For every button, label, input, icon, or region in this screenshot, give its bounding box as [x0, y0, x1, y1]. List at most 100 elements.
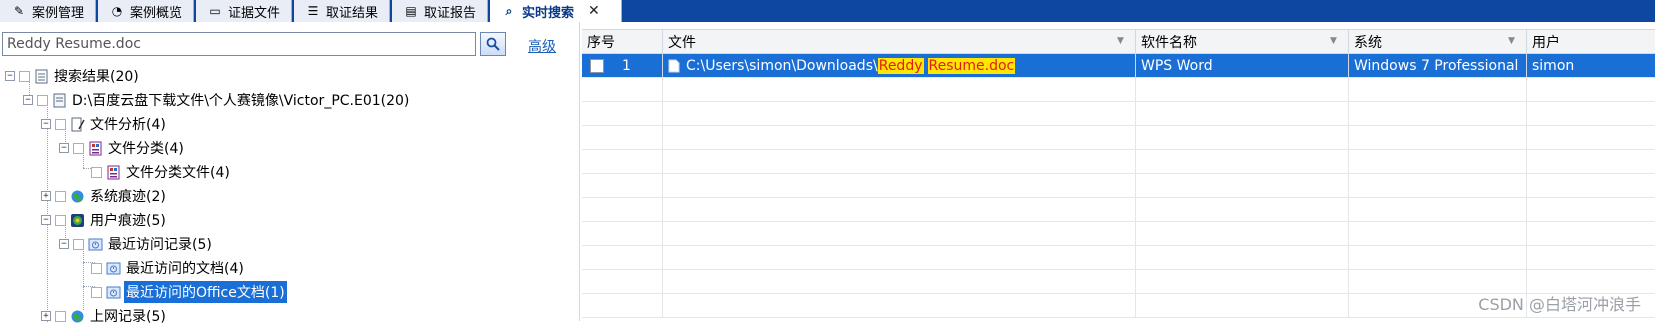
software-cell: WPS Word [1136, 54, 1349, 78]
search-icon: ⌕ [502, 4, 516, 18]
evidence-file-icon: ▭ [208, 4, 222, 18]
tree-node-file-category-files[interactable]: 文件分类文件(4) [91, 160, 232, 184]
empty-row [582, 78, 1655, 102]
overview-icon: ◔ [110, 4, 124, 18]
tree-node-search-results[interactable]: − 搜索结果(20) [5, 64, 141, 88]
index-cell: 1 [582, 54, 663, 78]
tree-node-recent-documents[interactable]: 最近访问的文档(4) [91, 256, 246, 280]
node-checkbox[interactable] [55, 311, 66, 322]
tree-node-label: 最近访问的文档(4) [124, 257, 246, 279]
forensic-result-icon: ☰ [306, 4, 320, 18]
collapse-toggle[interactable]: − [5, 71, 15, 81]
collapse-toggle[interactable]: − [59, 239, 69, 249]
node-checkbox[interactable] [91, 167, 102, 178]
search-button[interactable] [480, 32, 506, 56]
tree-node-evidence-image[interactable]: − D:\百度云盘下载文件\个人赛镜像\Victor_PC.E01(20) [23, 88, 411, 112]
tab-realtime-search[interactable]: ⌕ 实时搜索 ✕ [490, 0, 622, 22]
user-trace-icon [70, 213, 85, 228]
tree-node-label: 文件分类(4) [106, 137, 186, 159]
close-icon[interactable]: ✕ [588, 3, 600, 19]
node-checkbox[interactable] [91, 263, 102, 274]
node-checkbox[interactable] [55, 191, 66, 202]
empty-row [582, 102, 1655, 126]
empty-row [582, 198, 1655, 222]
tab-forensic-results[interactable]: ☰ 取证结果 [294, 0, 390, 22]
tab-label: 案例概览 [130, 2, 182, 21]
tab-forensic-report[interactable]: ▤ 取证报告 [392, 0, 488, 22]
column-title: 软件名称 [1141, 32, 1197, 52]
document-icon [34, 69, 49, 84]
node-checkbox[interactable] [55, 119, 66, 130]
table-row[interactable]: 1 C:\Users\simon\Downloads\ReddyResume.d… [582, 54, 1655, 78]
tree-node-file-analysis[interactable]: − 文件分析(4) [41, 112, 168, 136]
recent-files-icon [88, 237, 103, 252]
tree-node-web-history[interactable]: + 上网记录(5) [41, 304, 168, 328]
recent-files-icon [106, 285, 121, 300]
user-cell: simon [1527, 54, 1655, 78]
search-panel: 高级 − 搜索结果(20) − D:\百度云盘下载文件\个人赛镜像\Victor… [0, 22, 580, 321]
grid-header: 序号 文件 ▼ 软件名称 ▼ 系统 ▼ 用户 [582, 30, 1655, 54]
advanced-search-link[interactable]: 高级 [528, 36, 556, 56]
tree-node-label: 文件分类文件(4) [124, 161, 232, 183]
file-icon [668, 59, 680, 73]
node-checkbox[interactable] [91, 287, 102, 298]
collapse-toggle[interactable]: − [59, 143, 69, 153]
column-header-system[interactable]: 系统 ▼ [1349, 30, 1527, 54]
tab-evidence-files[interactable]: ▭ 证据文件 [196, 0, 292, 22]
node-checkbox[interactable] [19, 71, 30, 82]
tree-node-label: 最近访问的Office文档(1) [124, 281, 287, 303]
tree-node-label: 搜索结果(20) [52, 65, 141, 87]
tab-label: 取证结果 [326, 2, 378, 21]
column-header-user[interactable]: 用户 [1527, 30, 1655, 54]
tab-case-overview[interactable]: ◔ 案例概览 [98, 0, 194, 22]
tree-node-user-traces[interactable]: − 用户痕迹(5) [41, 208, 168, 232]
file-cell: C:\Users\simon\Downloads\ReddyResume.doc [663, 54, 1136, 78]
tree-node-recent-office-documents[interactable]: 最近访问的Office文档(1) [91, 280, 287, 304]
file-analysis-icon [70, 117, 85, 132]
node-checkbox[interactable] [37, 95, 48, 106]
report-icon: ▤ [404, 4, 418, 18]
column-header-software[interactable]: 软件名称 ▼ [1136, 30, 1349, 54]
node-checkbox[interactable] [55, 215, 66, 226]
expand-toggle[interactable]: + [41, 191, 51, 201]
system-cell: Windows 7 Professional [1349, 54, 1527, 78]
tree-node-label: D:\百度云盘下载文件\个人赛镜像\Victor_PC.E01(20) [70, 89, 411, 111]
expand-toggle[interactable]: + [41, 311, 51, 321]
tree-node-recent-access[interactable]: − 最近访问记录(5) [59, 232, 214, 256]
tree-node-label: 上网记录(5) [88, 305, 168, 327]
filter-icon[interactable]: ▼ [1117, 36, 1127, 46]
collapse-toggle[interactable]: − [41, 215, 51, 225]
column-header-index[interactable]: 序号 [582, 30, 663, 54]
empty-row [582, 150, 1655, 174]
globe-icon [70, 309, 85, 324]
search-highlight: Resume.doc [928, 58, 1016, 74]
column-title: 文件 [668, 32, 696, 52]
empty-row [582, 126, 1655, 150]
tab-case-management[interactable]: ✎ 案例管理 [0, 0, 96, 22]
column-title: 序号 [587, 32, 615, 52]
magnifier-icon [486, 37, 500, 51]
tree-node-file-classification[interactable]: − 文件分类(4) [59, 136, 186, 160]
collapse-toggle[interactable]: − [23, 95, 33, 105]
column-header-file[interactable]: 文件 ▼ [663, 30, 1136, 54]
row-checkbox[interactable] [590, 59, 604, 73]
file-category-icon [88, 141, 103, 156]
node-checkbox[interactable] [73, 143, 84, 154]
empty-row [582, 174, 1655, 198]
tree-node-label: 系统痕迹(2) [88, 185, 168, 207]
tab-label: 证据文件 [228, 2, 280, 21]
tab-bar: ✎ 案例管理 ◔ 案例概览 ▭ 证据文件 ☰ 取证结果 ▤ 取证报告 ⌕ 实时搜… [0, 0, 1655, 22]
column-title: 用户 [1532, 32, 1560, 52]
tab-label: 取证报告 [424, 2, 476, 21]
node-checkbox[interactable] [73, 239, 84, 250]
tree-node-label: 最近访问记录(5) [106, 233, 214, 255]
filter-icon[interactable]: ▼ [1330, 36, 1340, 46]
collapse-toggle[interactable]: − [41, 119, 51, 129]
search-input[interactable] [2, 32, 476, 56]
tree-node-system-traces[interactable]: + 系统痕迹(2) [41, 184, 168, 208]
filter-icon[interactable]: ▼ [1508, 36, 1518, 46]
row-index: 1 [622, 58, 631, 74]
column-title: 系统 [1354, 32, 1382, 52]
recent-files-icon [106, 261, 121, 276]
disk-image-icon [52, 93, 67, 108]
